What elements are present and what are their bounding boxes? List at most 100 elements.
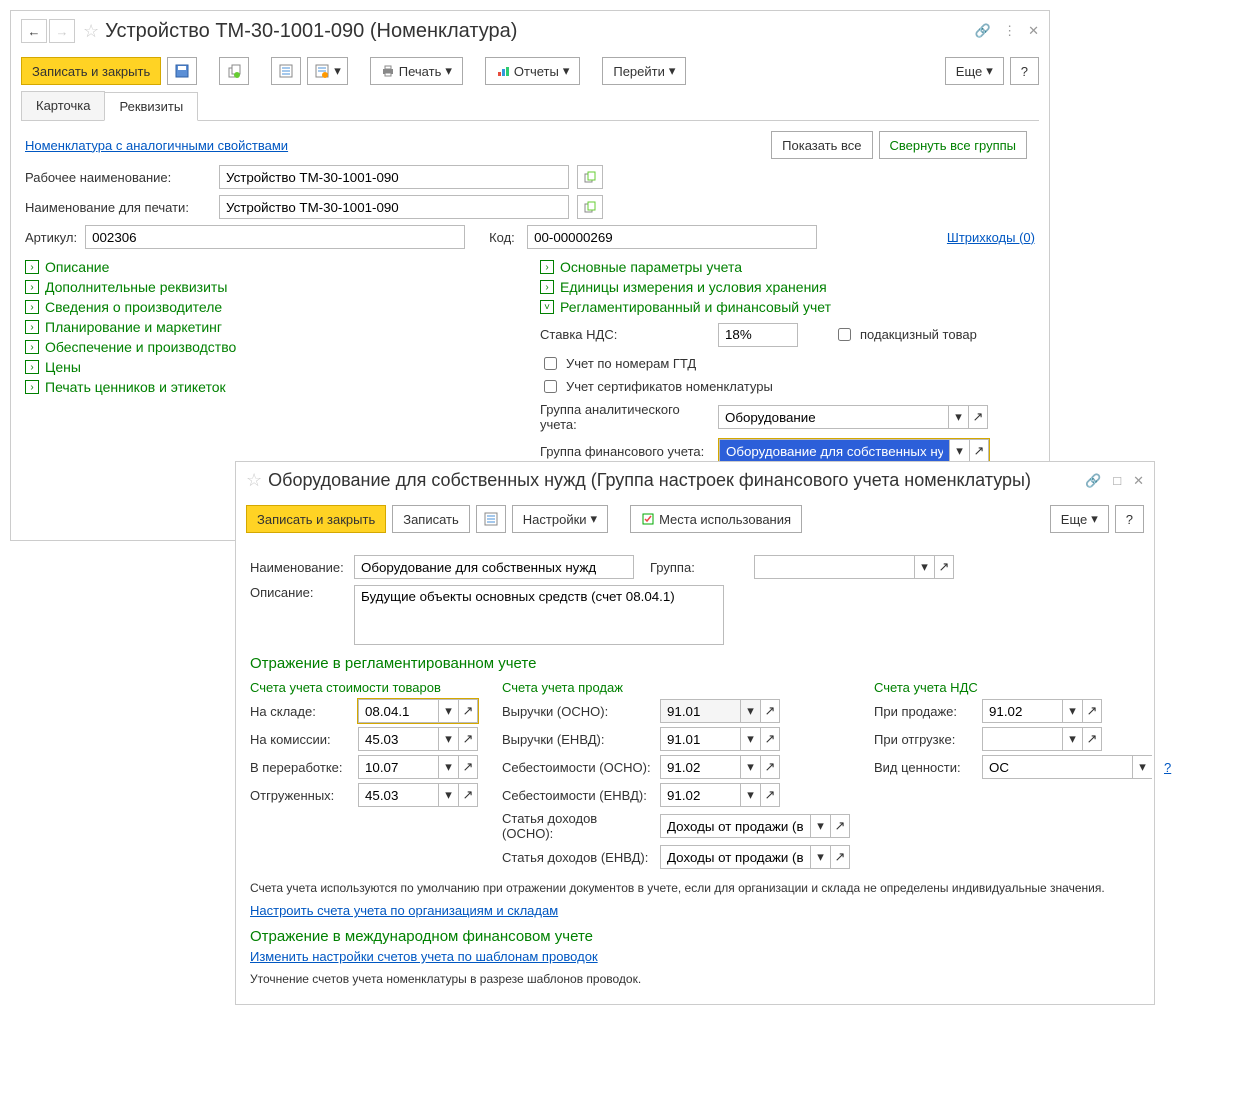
open-icon[interactable]: ↗	[458, 699, 478, 723]
list-button-2[interactable]	[476, 505, 506, 533]
save-and-close-button[interactable]: Записать и закрыть	[21, 57, 161, 85]
tab-details[interactable]: Реквизиты	[104, 92, 198, 121]
nav-back[interactable]: ←	[21, 19, 47, 43]
dropdown-icon[interactable]: ▾	[438, 755, 458, 779]
expander-fin[interactable]: ˅Регламентированный и финансовый учет	[540, 299, 1035, 315]
dropdown-icon[interactable]: ▾	[438, 783, 458, 807]
dropdown-icon[interactable]: ▾	[438, 699, 458, 723]
link-icon[interactable]: 🔗	[975, 23, 991, 39]
help-button-2[interactable]: ?	[1115, 505, 1144, 533]
input-processing[interactable]	[358, 755, 438, 779]
input-article[interactable]	[85, 225, 465, 249]
print-button[interactable]: Печать ▾	[370, 57, 463, 85]
copy-print-name-icon[interactable]	[577, 195, 603, 219]
link-configure-accounts[interactable]: Настроить счета учета по организациям и …	[250, 903, 558, 918]
input-print-name[interactable]	[219, 195, 569, 219]
open-icon[interactable]: ↗	[458, 755, 478, 779]
open-icon[interactable]: ↗	[830, 814, 850, 838]
goto-button[interactable]: Перейти ▾	[602, 57, 686, 85]
dropdown-icon[interactable]: ▾	[438, 727, 458, 751]
dropdown-icon[interactable]: ▾	[740, 727, 760, 751]
close-icon[interactable]: ✕	[1133, 473, 1144, 489]
open-icon[interactable]: ↗	[458, 727, 478, 751]
list-add-button[interactable]: ▾	[307, 57, 348, 85]
input-rev-osno[interactable]	[660, 699, 740, 723]
expander-labels[interactable]: ›Печать ценников и этикеток	[25, 379, 520, 395]
star-icon[interactable]: ☆	[246, 470, 262, 491]
open-icon[interactable]: ↗	[934, 555, 954, 579]
link-change-settings[interactable]: Изменить настройки счетов учета по шабло…	[250, 949, 598, 964]
dropdown-icon[interactable]: ▾	[948, 405, 968, 429]
collapse-all-button[interactable]: Свернуть все группы	[879, 131, 1027, 159]
copy-work-name-icon[interactable]	[577, 165, 603, 189]
dropdown-icon[interactable]: ▾	[1062, 699, 1082, 723]
dropdown-icon[interactable]: ▾	[949, 439, 969, 463]
star-icon[interactable]: ☆	[83, 21, 99, 42]
expander-manufacturer[interactable]: ›Сведения о производителе	[25, 299, 520, 315]
input-commission[interactable]	[358, 727, 438, 751]
show-all-button[interactable]: Показать все	[771, 131, 872, 159]
more-button-2[interactable]: Еще ▾	[1050, 505, 1109, 533]
checkbox-gtd[interactable]: Учет по номерам ГТД	[540, 354, 1035, 373]
checkbox-excise[interactable]: подакцизный товар	[834, 325, 977, 344]
input-vat-rate[interactable]	[718, 323, 798, 347]
input-group[interactable]	[754, 555, 914, 579]
dropdown-icon[interactable]: ▾	[914, 555, 934, 579]
settings-button[interactable]: Настройки ▾	[512, 505, 608, 533]
open-icon[interactable]: ↗	[458, 783, 478, 807]
input-work-name[interactable]	[219, 165, 569, 189]
tab-card[interactable]: Карточка	[21, 91, 105, 120]
open-icon[interactable]: ↗	[1082, 699, 1102, 723]
usage-button[interactable]: Места использования	[630, 505, 802, 533]
input-vat-ship[interactable]	[982, 727, 1062, 751]
expander-main-params[interactable]: ›Основные параметры учета	[540, 259, 1035, 275]
dropdown-icon[interactable]: ▾	[810, 845, 830, 869]
input-value-type[interactable]	[982, 755, 1132, 779]
open-icon[interactable]: ↗	[830, 845, 850, 869]
expander-units[interactable]: ›Единицы измерения и условия хранения	[540, 279, 1035, 295]
open-icon[interactable]: ↗	[760, 755, 780, 779]
nav-forward[interactable]: →	[49, 19, 75, 43]
expander-extra-attrs[interactable]: ›Дополнительные реквизиты	[25, 279, 520, 295]
open-icon[interactable]: ↗	[1082, 727, 1102, 751]
input-cost-envd[interactable]	[660, 783, 740, 807]
input-income-osno[interactable]	[660, 814, 810, 838]
dropdown-icon[interactable]: ▾	[740, 699, 760, 723]
help-button[interactable]: ?	[1010, 57, 1039, 85]
input-vat-sale[interactable]	[982, 699, 1062, 723]
input-shipped[interactable]	[358, 783, 438, 807]
input-in-stock[interactable]	[358, 699, 438, 723]
open-icon[interactable]: ↗	[968, 405, 988, 429]
menu-icon[interactable]: ⋮	[1003, 23, 1016, 39]
input-cost-osno[interactable]	[660, 755, 740, 779]
copy-button[interactable]	[219, 57, 249, 85]
expander-prices[interactable]: ›Цены	[25, 359, 520, 375]
open-icon[interactable]: ↗	[760, 727, 780, 751]
dropdown-icon[interactable]: ▾	[1062, 727, 1082, 751]
close-icon[interactable]: ✕	[1028, 23, 1039, 39]
link-similar-nomenclature[interactable]: Номенклатура с аналогичными свойствами	[25, 138, 288, 153]
input-desc[interactable]: Будущие объекты основных средств (счет 0…	[354, 585, 724, 645]
open-icon[interactable]: ↗	[969, 439, 989, 463]
list-button[interactable]	[271, 57, 301, 85]
expander-description[interactable]: ›Описание	[25, 259, 520, 275]
maximize-icon[interactable]: □	[1113, 473, 1121, 489]
expander-production[interactable]: ›Обеспечение и производство	[25, 339, 520, 355]
reports-button[interactable]: Отчеты ▾	[485, 57, 580, 85]
dropdown-icon[interactable]: ▾	[1132, 755, 1152, 779]
link-icon[interactable]: 🔗	[1085, 473, 1101, 489]
dropdown-icon[interactable]: ▾	[810, 814, 830, 838]
input-code[interactable]	[527, 225, 817, 249]
more-button[interactable]: Еще ▾	[945, 57, 1004, 85]
open-icon[interactable]: ↗	[760, 699, 780, 723]
input-analytic-group[interactable]	[718, 405, 948, 429]
input-fin-group[interactable]	[719, 439, 949, 463]
save-and-close-button-2[interactable]: Записать и закрыть	[246, 505, 386, 533]
checkbox-cert[interactable]: Учет сертификатов номенклатуры	[540, 377, 1035, 396]
dropdown-icon[interactable]: ▾	[740, 783, 760, 807]
open-icon[interactable]: ↗	[760, 783, 780, 807]
input-rev-envd[interactable]	[660, 727, 740, 751]
link-barcodes[interactable]: Штрихкоды (0)	[947, 230, 1035, 245]
dropdown-icon[interactable]: ▾	[740, 755, 760, 779]
save-button-2[interactable]: Записать	[392, 505, 470, 533]
